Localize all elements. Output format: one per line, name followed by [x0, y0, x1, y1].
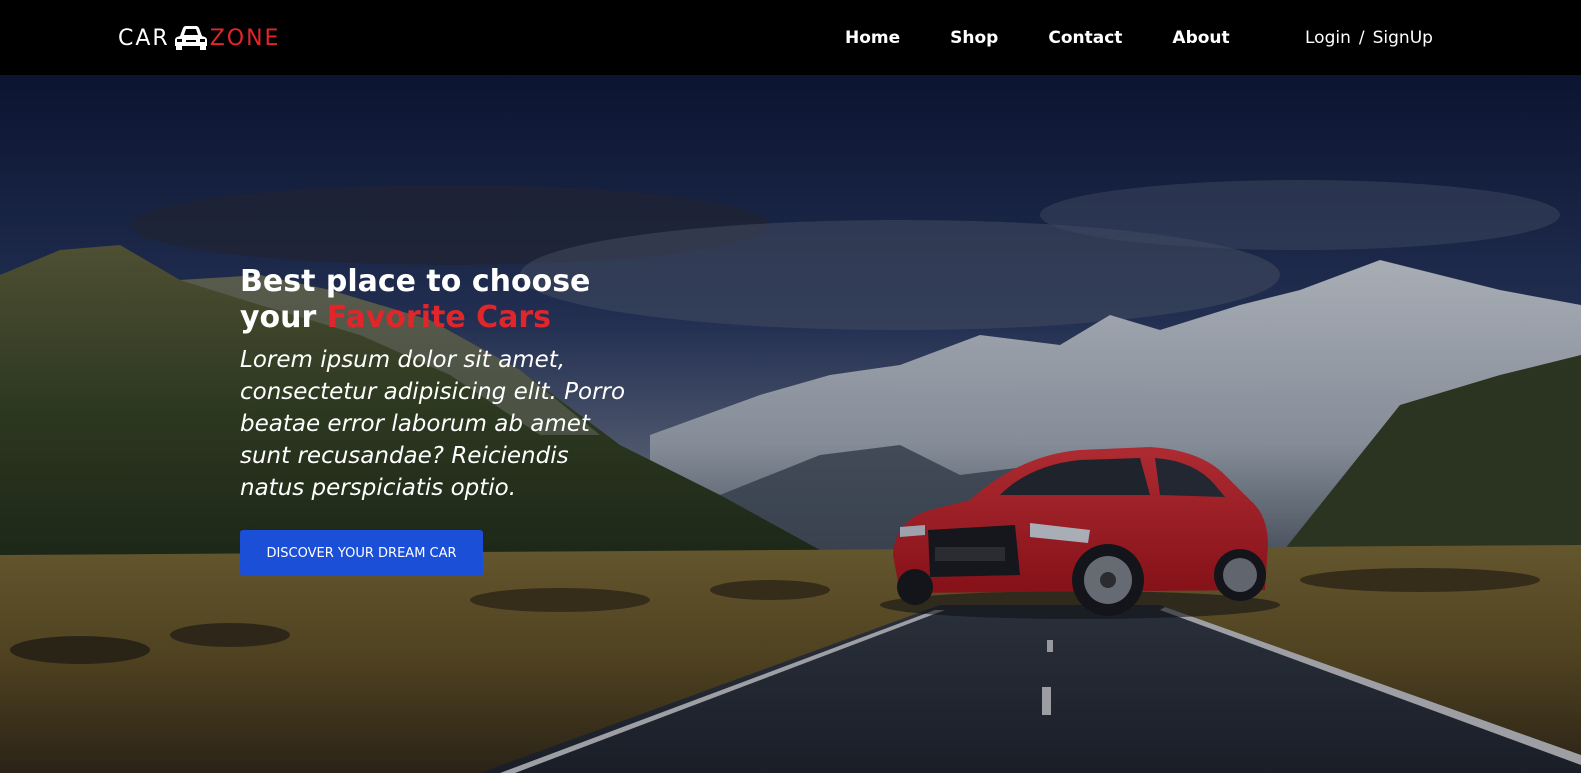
- nav-about[interactable]: About: [1172, 28, 1229, 48]
- brand-text-zone: ZONE: [209, 25, 281, 51]
- main-nav: Home Shop Contact About: [845, 26, 1230, 50]
- login-link[interactable]: Login: [1305, 28, 1351, 48]
- hero-headline: Best place to choose your Favorite Cars: [240, 264, 640, 336]
- brand-text-car: CAR: [118, 25, 170, 51]
- headline-line1: Best place to choose: [240, 264, 591, 299]
- auth-separator: /: [1358, 28, 1365, 48]
- nav-contact[interactable]: Contact: [1048, 28, 1122, 48]
- auth-links: Login / SignUp: [1305, 26, 1433, 50]
- signup-link[interactable]: SignUp: [1373, 28, 1433, 48]
- hero-section: [0, 75, 1581, 773]
- car-icon: [174, 26, 207, 50]
- discover-dream-car-button[interactable]: DISCOVER YOUR DREAM CAR: [240, 530, 483, 576]
- nav-home[interactable]: Home: [845, 28, 900, 48]
- navbar: CAR ZONE Home Shop Contact About Login /…: [0, 0, 1581, 75]
- hero-subtext: Lorem ipsum dolor sit amet, consectetur …: [240, 347, 626, 501]
- nav-shop[interactable]: Shop: [950, 28, 998, 48]
- headline-line2-prefix: your: [240, 300, 327, 335]
- hero-dark-overlay: [0, 75, 1581, 773]
- brand-logo[interactable]: CAR ZONE: [118, 24, 280, 52]
- headline-accent: Favorite Cars: [326, 300, 552, 335]
- hero-content: Best place to choose your Favorite Cars …: [240, 264, 640, 504]
